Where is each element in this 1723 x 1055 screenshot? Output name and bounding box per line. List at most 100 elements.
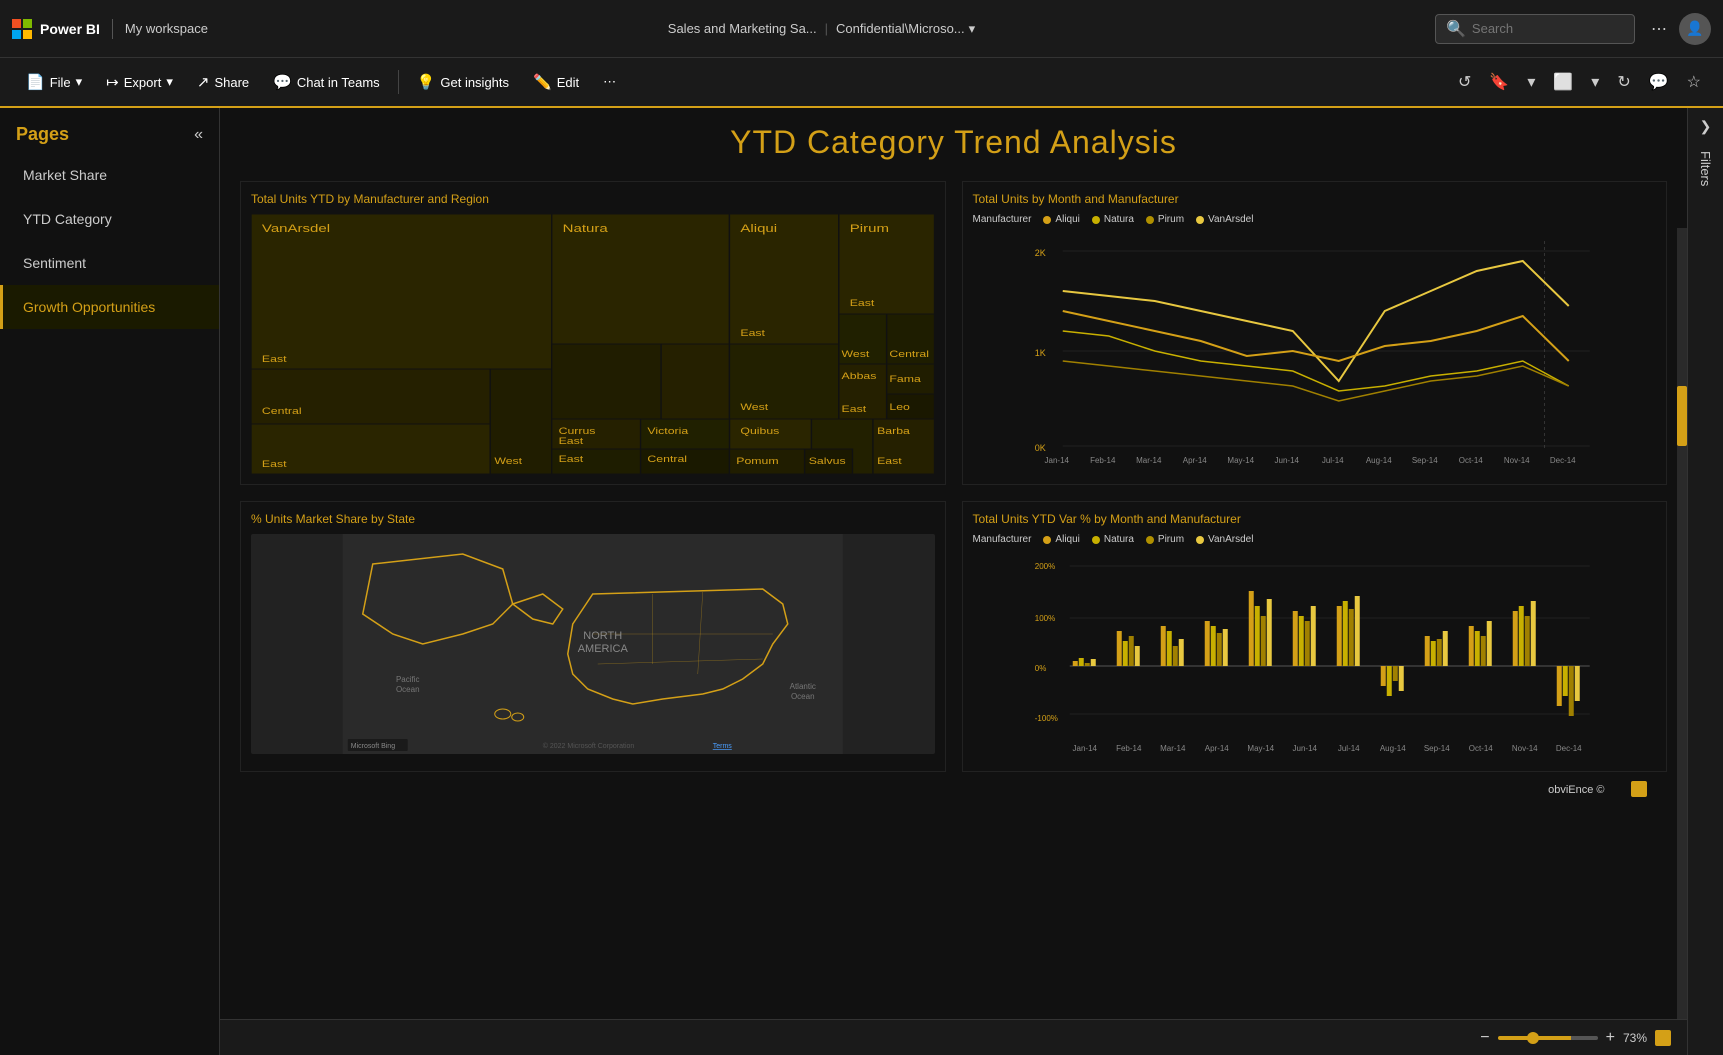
svg-text:Jun-14: Jun-14 [1274, 456, 1299, 465]
legend-manufacturer-label: Manufacturer [973, 214, 1032, 225]
svg-text:East: East [559, 436, 584, 446]
scrollbar-track[interactable] [1677, 228, 1687, 1019]
filters-collapse-button[interactable]: ❯ [1700, 118, 1712, 135]
topbar: Power BI My workspace Sales and Marketin… [0, 0, 1723, 58]
legend-dot-pirum [1146, 216, 1154, 224]
search-box[interactable]: 🔍 [1435, 14, 1635, 44]
scrollbar-thumb[interactable] [1677, 386, 1687, 446]
comment-button[interactable]: 💬 [1643, 68, 1675, 96]
share-button[interactable]: ↗ Share [187, 68, 259, 96]
report-title: YTD Category Trend Analysis [240, 124, 1667, 161]
undo-button[interactable]: ↺ [1452, 68, 1477, 96]
sidebar-item-sentiment[interactable]: Sentiment [0, 241, 219, 285]
chat-label: Chat in Teams [297, 75, 380, 90]
teams-icon: 💬 [273, 73, 292, 91]
toolbar-right: ↺ 🔖 ▾ ⬜ ▾ ↻ 💬 ☆ [1452, 68, 1707, 96]
microsoft-logo[interactable]: Power BI [12, 19, 113, 39]
bookmark-button[interactable]: 🔖 [1483, 68, 1515, 96]
get-insights-button[interactable]: 💡 Get insights [407, 68, 519, 96]
svg-text:Abbas: Abbas [842, 371, 877, 381]
svg-text:Terms: Terms [713, 743, 733, 750]
svg-text:East: East [877, 456, 902, 466]
svg-text:Mar-14: Mar-14 [1136, 456, 1162, 465]
edit-button[interactable]: ✏️ Edit [523, 68, 589, 96]
user-avatar[interactable]: 👤 [1679, 13, 1711, 45]
star-button[interactable]: ☆ [1681, 68, 1707, 96]
file-button[interactable]: 📄 File ▾ [16, 68, 92, 96]
svg-text:Central: Central [889, 349, 929, 359]
bar-chart-container: Total Units YTD Var % by Month and Manuf… [962, 501, 1668, 772]
toolbar-more-button[interactable]: ⋯ [593, 69, 626, 95]
treemap-natura3[interactable] [552, 344, 661, 419]
svg-text:0%: 0% [1034, 664, 1046, 673]
zoom-plus-button[interactable]: + [1606, 1029, 1615, 1047]
svg-text:Microsoft Bing: Microsoft Bing [351, 743, 395, 750]
insights-label: Get insights [440, 75, 509, 90]
svg-text:Jan-14: Jan-14 [1072, 744, 1097, 753]
line-vanarsdel [1062, 261, 1568, 381]
obvi-ence-label: obviEnce © [1548, 784, 1604, 796]
zoom-minus-button[interactable]: − [1480, 1029, 1489, 1047]
bar-legend-dot-aliqui [1043, 536, 1051, 544]
legend-natura-label: Natura [1104, 214, 1134, 225]
svg-text:Sep-14: Sep-14 [1423, 744, 1449, 753]
line-chart-container: Total Units by Month and Manufacturer Ma… [962, 181, 1668, 485]
bar-chart-area[interactable]: 200% 100% 0% -100% [973, 551, 1657, 761]
bookmark-chevron-button[interactable]: ▾ [1521, 68, 1541, 96]
treemap-svg: VanArsdel East East Central West [251, 214, 935, 474]
map-area[interactable]: NORTH AMERICA Pacific Ocean Atlantic Oce… [251, 534, 935, 754]
frame-chevron-button[interactable]: ▾ [1585, 68, 1605, 96]
treemap-area[interactable]: VanArsdel East East Central West [251, 214, 935, 474]
line-natura [1062, 331, 1568, 391]
share-label: Share [214, 75, 249, 90]
legend-vanarsdel: VanArsdel [1196, 214, 1253, 225]
chat-teams-button[interactable]: 💬 Chat in Teams [263, 68, 390, 96]
svg-text:2K: 2K [1034, 248, 1045, 258]
bar-legend-vanarsdel-label: VanArsdel [1208, 534, 1253, 545]
svg-text:Natura: Natura [563, 222, 609, 235]
svg-text:Aliqui: Aliqui [740, 222, 777, 235]
report-canvas: YTD Category Trend Analysis 📌 📋 ☰ ⛶ ⋯ To… [220, 108, 1687, 1055]
more-options-button[interactable]: ⋯ [1647, 15, 1671, 43]
svg-text:East: East [262, 354, 287, 364]
svg-text:East: East [262, 459, 287, 469]
zoom-controls: − + 73% [1480, 1029, 1671, 1047]
svg-text:Jul-14: Jul-14 [1321, 456, 1343, 465]
svg-text:Mar-14: Mar-14 [1160, 744, 1186, 753]
sidebar-item-growth-opportunities[interactable]: Growth Opportunities [0, 285, 219, 329]
toolbar-separator [398, 70, 399, 94]
chevron-down-icon: ▾ [969, 21, 976, 37]
export-icon: ↦ [106, 73, 119, 91]
sidebar-item-market-share[interactable]: Market Share [0, 153, 219, 197]
zoom-fit-button[interactable] [1655, 1030, 1671, 1046]
workspace-label[interactable]: My workspace [125, 21, 208, 36]
sidebar-item-ytd-category[interactable]: YTD Category [0, 197, 219, 241]
legend-vanarsdel-label: VanArsdel [1208, 214, 1253, 225]
export-button[interactable]: ↦ Export ▾ [96, 68, 183, 96]
svg-text:Nov-14: Nov-14 [1503, 456, 1529, 465]
svg-text:East: East [850, 298, 875, 308]
bar-legend-natura-label: Natura [1104, 534, 1134, 545]
svg-text:Apr-14: Apr-14 [1204, 744, 1229, 753]
refresh-button[interactable]: ↻ [1611, 68, 1636, 96]
svg-text:Central: Central [262, 406, 302, 416]
zoom-slider[interactable] [1498, 1036, 1598, 1040]
line-chart-title: Total Units by Month and Manufacturer [973, 192, 1657, 206]
svg-text:Pacific: Pacific [396, 675, 420, 684]
line-aliqui [1062, 311, 1568, 361]
svg-text:Barba: Barba [877, 426, 910, 436]
treemap-container: Total Units YTD by Manufacturer and Regi… [240, 181, 946, 485]
file-chevron-icon: ▾ [76, 74, 83, 90]
legend-natura: Natura [1092, 214, 1134, 225]
treemap-vanarsdel[interactable] [251, 214, 552, 369]
svg-text:Atlantic: Atlantic [790, 682, 816, 691]
sidebar-collapse-button[interactable]: « [194, 126, 203, 144]
sidebar-item-label: Sentiment [23, 255, 86, 271]
sidebar-item-label: YTD Category [23, 211, 112, 227]
svg-text:Oct-14: Oct-14 [1458, 456, 1483, 465]
search-input[interactable] [1472, 21, 1622, 36]
line-chart-area[interactable]: 2K 1K 0K [973, 231, 1657, 471]
frame-button[interactable]: ⬜ [1547, 68, 1579, 96]
svg-text:Sep-14: Sep-14 [1411, 456, 1437, 465]
confidential-dropdown[interactable]: Confidential\Microso... ▾ [836, 21, 975, 37]
